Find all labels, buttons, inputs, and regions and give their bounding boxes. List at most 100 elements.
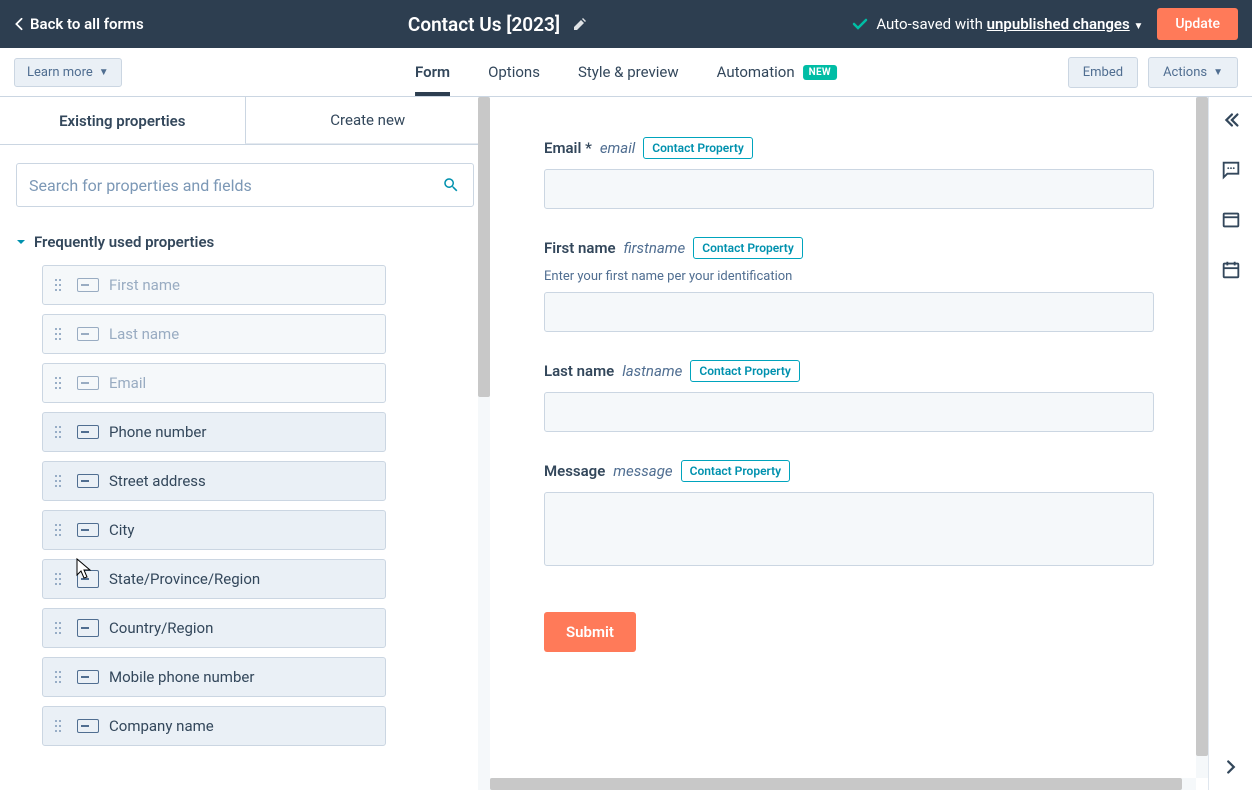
learn-more-button[interactable]: Learn more ▼	[14, 58, 122, 87]
field-input[interactable]	[544, 169, 1154, 209]
center-scrollbar-h[interactable]	[490, 778, 1196, 790]
submit-button[interactable]: Submit	[544, 612, 636, 652]
field-type-icon	[77, 474, 99, 488]
drag-handle-icon	[49, 315, 67, 353]
property-group-label: Frequently used properties	[34, 233, 214, 251]
field-input[interactable]	[544, 492, 1154, 566]
center-thumb-h[interactable]	[490, 778, 1182, 790]
page-title: Contact Us [2023]	[408, 13, 560, 36]
property-item[interactable]: Company name	[42, 706, 386, 746]
field-input[interactable]	[544, 292, 1154, 332]
search-icon[interactable]	[442, 176, 460, 194]
tab-existing-properties[interactable]: Existing properties	[0, 97, 245, 144]
right-rail	[1208, 97, 1252, 790]
title-wrap: Contact Us [2023]	[144, 13, 853, 36]
update-button[interactable]: Update	[1157, 8, 1238, 40]
property-label: First name	[109, 276, 180, 294]
tab-options[interactable]: Options	[488, 48, 540, 96]
tab-create-new[interactable]: Create new	[245, 97, 491, 144]
drag-handle-icon[interactable]	[49, 609, 67, 647]
property-label: Company name	[109, 717, 214, 735]
center-scrollbar-v[interactable]	[1196, 97, 1208, 778]
field-internal-name: lastname	[622, 362, 682, 380]
property-item[interactable]: State/Province/Region	[42, 559, 386, 599]
field-label: Last name	[544, 362, 614, 380]
field-label: First name	[544, 239, 616, 257]
field-label-row: Email * email Contact Property	[544, 137, 1154, 159]
tab-automation[interactable]: Automation NEW	[717, 48, 837, 96]
back-label: Back to all forms	[30, 15, 144, 33]
property-label: Street address	[109, 472, 206, 490]
left-scrollbar[interactable]	[478, 97, 490, 790]
drag-handle-icon[interactable]	[49, 462, 67, 500]
field-label-row: First name firstname Contact Property	[544, 237, 1154, 259]
embed-button[interactable]: Embed	[1068, 57, 1138, 88]
field-label: Message	[544, 462, 605, 480]
new-badge: NEW	[803, 65, 837, 80]
property-label: Phone number	[109, 423, 206, 441]
field-type-icon	[77, 719, 99, 733]
search-input[interactable]	[16, 163, 474, 207]
form-field[interactable]: Message message Contact Property	[544, 460, 1154, 566]
calendar-icon[interactable]	[1220, 259, 1242, 281]
field-type-icon	[77, 425, 99, 439]
tab-style-preview[interactable]: Style & preview	[578, 48, 679, 96]
chevron-left-icon	[14, 17, 24, 31]
form-field[interactable]: First name firstname Contact PropertyEnt…	[544, 237, 1154, 332]
actions-button[interactable]: Actions ▼	[1148, 57, 1238, 88]
field-tag: Contact Property	[690, 360, 800, 382]
back-to-forms[interactable]: Back to all forms	[14, 15, 144, 33]
drag-handle-icon[interactable]	[49, 511, 67, 549]
drag-handle-icon[interactable]	[49, 658, 67, 696]
property-item[interactable]: City	[42, 510, 386, 550]
status-caret-icon[interactable]: ▼	[1133, 21, 1143, 32]
field-internal-name: message	[613, 462, 672, 480]
tab-automation-label: Automation	[717, 63, 795, 81]
status-link[interactable]: unpublished changes	[987, 15, 1130, 33]
form-field[interactable]: Last name lastname Contact Property	[544, 360, 1154, 432]
property-item[interactable]: Phone number	[42, 412, 386, 452]
chevron-down-icon	[16, 237, 26, 247]
field-label-row: Last name lastname Contact Property	[544, 360, 1154, 382]
form-area: Email * email Contact Property First nam…	[490, 97, 1208, 692]
field-label: Email *	[544, 139, 592, 157]
field-internal-name: firstname	[624, 239, 686, 257]
caret-down-icon: ▼	[99, 67, 109, 78]
property-item[interactable]: Mobile phone number	[42, 657, 386, 697]
field-input[interactable]	[544, 392, 1154, 432]
property-label: Mobile phone number	[109, 668, 254, 686]
property-item[interactable]: Country/Region	[42, 608, 386, 648]
property-item[interactable]: Street address	[42, 461, 386, 501]
field-label-row: Message message Contact Property	[544, 460, 1154, 482]
form-field[interactable]: Email * email Contact Property	[544, 137, 1154, 209]
actions-label: Actions	[1163, 65, 1207, 80]
field-internal-name: email	[600, 139, 635, 157]
drag-handle-icon[interactable]	[49, 413, 67, 451]
drag-handle-icon	[49, 266, 67, 304]
chat-icon[interactable]	[1220, 159, 1242, 181]
chevron-right-icon[interactable]	[1220, 756, 1242, 778]
center-thumb-v[interactable]	[1196, 97, 1208, 756]
tab-form[interactable]: Form	[415, 48, 450, 96]
field-tag: Contact Property	[681, 460, 791, 482]
field-type-icon	[77, 670, 99, 684]
left-scrollbar-thumb[interactable]	[478, 97, 490, 397]
field-tag: Contact Property	[693, 237, 803, 259]
property-label: Last name	[109, 325, 179, 343]
pencil-icon[interactable]	[572, 16, 588, 32]
window-icon[interactable]	[1220, 209, 1242, 231]
collapse-icon[interactable]	[1220, 109, 1242, 131]
sub-bar: Learn more ▼ Form Options Style & preview…	[0, 48, 1252, 97]
main-area: Existing properties Create new Frequentl…	[0, 97, 1252, 790]
drag-handle-icon[interactable]	[49, 560, 67, 598]
caret-down-icon: ▼	[1213, 67, 1223, 78]
property-label: State/Province/Region	[109, 570, 260, 588]
learn-more-label: Learn more	[27, 65, 93, 80]
property-item: Email	[42, 363, 386, 403]
field-type-icon	[77, 376, 99, 390]
property-group-toggle[interactable]: Frequently used properties	[16, 233, 474, 251]
search-wrap	[16, 163, 474, 207]
field-type-icon	[77, 278, 99, 292]
drag-handle-icon[interactable]	[49, 707, 67, 745]
status-text: Auto-saved with	[876, 15, 986, 33]
